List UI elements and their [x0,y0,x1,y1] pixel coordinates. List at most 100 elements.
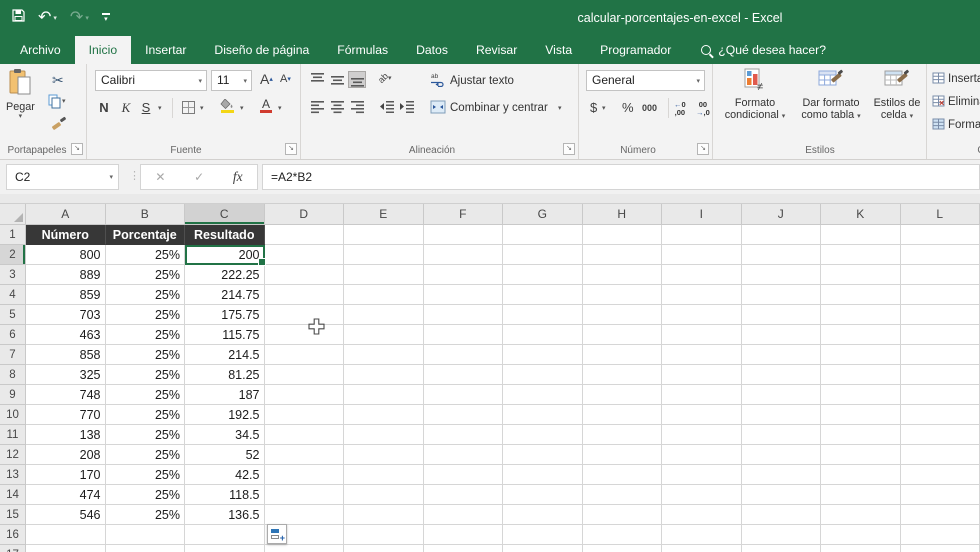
cell-I4[interactable] [662,285,742,305]
cell-J12[interactable] [741,445,821,465]
cell-A12[interactable]: 208 [26,445,106,465]
tab-datos[interactable]: Datos [402,36,462,64]
cell-F2[interactable] [423,245,503,265]
cell-D1[interactable] [264,225,344,245]
cell-E2[interactable] [344,245,424,265]
cell-B8[interactable]: 25% [105,365,185,385]
name-box-dropdown-icon[interactable]: ▾ [109,174,113,181]
cell-D13[interactable] [264,465,344,485]
cell-D3[interactable] [264,265,344,285]
cell-G8[interactable] [503,365,583,385]
row-header-13[interactable]: 13 [0,465,26,485]
cell-B14[interactable]: 25% [105,485,185,505]
cell-C5[interactable]: 175.75 [185,305,265,325]
cell-K6[interactable] [821,325,901,345]
underline-button[interactable]: S [138,100,154,115]
align-center-icon[interactable] [328,98,346,115]
cell-J2[interactable] [741,245,821,265]
cell-C6[interactable]: 115.75 [185,325,265,345]
cell-E8[interactable] [344,365,424,385]
column-header-A[interactable]: A [26,204,106,225]
cell-C16[interactable] [185,525,265,545]
cell-B1[interactable]: Porcentaje [105,225,185,245]
increase-font-size-icon[interactable]: A ▴ [260,71,273,87]
cell-I15[interactable] [662,505,742,525]
cell-C2[interactable]: 200 [185,245,265,265]
percent-style-icon[interactable]: % [622,100,634,115]
cell-J16[interactable] [741,525,821,545]
tab-vista[interactable]: Vista [531,36,586,64]
cell-E15[interactable] [344,505,424,525]
cell-I16[interactable] [662,525,742,545]
number-format-combobox[interactable]: General ▾ [586,70,705,91]
cell-I17[interactable] [662,545,742,552]
cell-I5[interactable] [662,305,742,325]
cell-K5[interactable] [821,305,901,325]
cell-B15[interactable]: 25% [105,505,185,525]
column-header-E[interactable]: E [344,204,424,225]
cell-I11[interactable] [662,425,742,445]
cell-G1[interactable] [503,225,583,245]
cell-H7[interactable] [582,345,662,365]
cell-B3[interactable]: 25% [105,265,185,285]
insert-cells-label[interactable]: Insertar [948,73,980,85]
cell-D11[interactable] [264,425,344,445]
column-header-D[interactable]: D [264,204,344,225]
row-header-17[interactable]: 17 [0,545,26,552]
cell-A10[interactable]: 770 [26,405,106,425]
cell-F15[interactable] [423,505,503,525]
cell-E10[interactable] [344,405,424,425]
cell-I1[interactable] [662,225,742,245]
cell-B2[interactable]: 25% [105,245,185,265]
cell-G6[interactable] [503,325,583,345]
cell-C4[interactable]: 214.75 [185,285,265,305]
cell-K8[interactable] [821,365,901,385]
column-header-L[interactable]: L [900,204,980,225]
align-right-icon[interactable] [348,98,366,115]
cell-K14[interactable] [821,485,901,505]
cell-K1[interactable] [821,225,901,245]
font-dialog-launcher-icon[interactable]: ↘ [285,143,297,155]
cell-F14[interactable] [423,485,503,505]
cell-K4[interactable] [821,285,901,305]
cell-D15[interactable] [264,505,344,525]
cell-D4[interactable] [264,285,344,305]
cell-E16[interactable] [344,525,424,545]
cell-F3[interactable] [423,265,503,285]
align-bottom-icon[interactable] [348,71,366,88]
decrease-font-size-icon[interactable]: A ▾ [280,73,291,85]
cell-B5[interactable]: 25% [105,305,185,325]
cell-A4[interactable]: 859 [26,285,106,305]
cell-C3[interactable]: 222.25 [185,265,265,285]
cell-K7[interactable] [821,345,901,365]
font-name-combobox[interactable]: Calibri ▾ [95,70,207,91]
font-color-icon[interactable]: A [260,98,272,113]
cell-B9[interactable]: 25% [105,385,185,405]
cell-H14[interactable] [582,485,662,505]
cell-G12[interactable] [503,445,583,465]
tab-programador[interactable]: Programador [586,36,685,64]
cell-J5[interactable] [741,305,821,325]
cell-C9[interactable]: 187 [185,385,265,405]
fill-color-dropdown-icon[interactable]: ▾ [240,105,244,112]
cell-E9[interactable] [344,385,424,405]
cell-B7[interactable]: 25% [105,345,185,365]
alignment-dialog-launcher-icon[interactable]: ↘ [563,143,575,155]
cell-G9[interactable] [503,385,583,405]
cell-L9[interactable] [900,385,980,405]
cell-K11[interactable] [821,425,901,445]
cell-K17[interactable] [821,545,901,552]
cell-C15[interactable]: 136.5 [185,505,265,525]
cell-C10[interactable]: 192.5 [185,405,265,425]
cell-L14[interactable] [900,485,980,505]
cell-C14[interactable]: 118.5 [185,485,265,505]
cell-K15[interactable] [821,505,901,525]
cell-J15[interactable] [741,505,821,525]
cell-E7[interactable] [344,345,424,365]
cell-A13[interactable]: 170 [26,465,106,485]
cell-D9[interactable] [264,385,344,405]
cell-J4[interactable] [741,285,821,305]
cell-H16[interactable] [582,525,662,545]
cell-H2[interactable] [582,245,662,265]
cell-A7[interactable]: 858 [26,345,106,365]
